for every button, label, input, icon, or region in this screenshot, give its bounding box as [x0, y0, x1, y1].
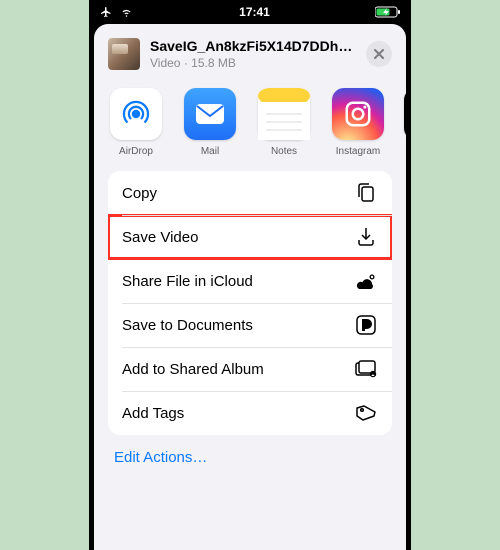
airdrop-icon: [110, 88, 162, 140]
action-label: Share File in iCloud: [122, 273, 253, 290]
phone-frame: 17:41 SaveIG_An8kzFi5X14D7DDhXM… Video ·…: [89, 0, 411, 550]
airplane-mode-icon: [99, 6, 113, 18]
action-label: Copy: [122, 185, 157, 202]
share-header: SaveIG_An8kzFi5X14D7DDhXM… Video · 15.8 …: [94, 24, 406, 82]
mail-icon: [184, 88, 236, 140]
status-clock: 17:41: [239, 5, 270, 19]
action-label: Save to Documents: [122, 317, 253, 334]
action-save-documents[interactable]: Save to Documents: [108, 303, 392, 347]
action-add-tags[interactable]: Add Tags: [108, 391, 392, 435]
instagram-icon: [332, 88, 384, 140]
action-save-video[interactable]: Save Video: [108, 215, 392, 259]
documents-app-icon: [354, 315, 378, 335]
action-label: Save Video: [122, 229, 198, 246]
action-add-shared-album[interactable]: Add to Shared Album: [108, 347, 392, 391]
actions-list: Copy Save Video Share File in iCloud Sav…: [108, 171, 392, 435]
notes-icon: [258, 88, 310, 140]
copy-icon: [354, 182, 378, 204]
status-bar: 17:41: [89, 0, 411, 22]
share-target-label: AirDrop: [108, 146, 164, 157]
share-target-instagram[interactable]: Instagram: [330, 88, 386, 157]
share-target-airdrop[interactable]: AirDrop: [108, 88, 164, 157]
share-sheet: SaveIG_An8kzFi5X14D7DDhXM… Video · 15.8 …: [94, 24, 406, 550]
share-target-label: Mail: [182, 146, 238, 157]
share-target-label: Instagram: [330, 146, 386, 157]
share-target-row: AirDrop Mail Notes Instagram: [94, 82, 406, 171]
file-thumbnail: [108, 38, 140, 70]
share-target-label: T: [404, 146, 406, 157]
action-label: Add Tags: [122, 405, 184, 422]
download-icon: [354, 226, 378, 248]
share-target-mail[interactable]: Mail: [182, 88, 238, 157]
edit-actions-link[interactable]: Edit Actions…: [94, 435, 406, 480]
app-icon: [404, 88, 406, 140]
tag-icon: [354, 404, 378, 422]
close-button[interactable]: [366, 41, 392, 67]
battery-icon: [375, 6, 401, 18]
action-copy[interactable]: Copy: [108, 171, 392, 215]
icloud-share-icon: [354, 271, 378, 291]
action-share-icloud[interactable]: Share File in iCloud: [108, 259, 392, 303]
share-target-notes[interactable]: Notes: [256, 88, 312, 157]
share-target-label: Notes: [256, 146, 312, 157]
file-subtitle: Video · 15.8 MB: [150, 56, 356, 70]
close-icon: [373, 48, 385, 60]
file-name: SaveIG_An8kzFi5X14D7DDhXM…: [150, 38, 356, 54]
wifi-icon: [119, 6, 134, 18]
share-target-more[interactable]: T: [404, 88, 406, 157]
action-label: Add to Shared Album: [122, 361, 264, 378]
shared-album-icon: [354, 360, 378, 378]
